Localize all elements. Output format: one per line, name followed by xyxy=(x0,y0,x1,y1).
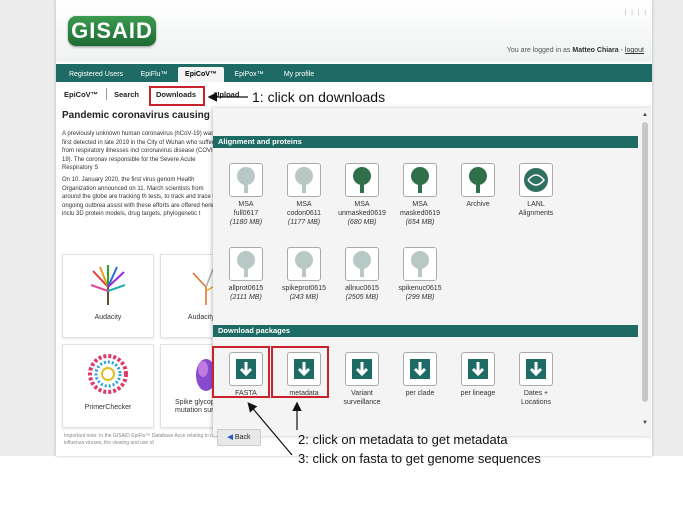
arrow-to-fasta xyxy=(247,402,293,456)
annotation-step-1: 1: click on downloads xyxy=(252,89,386,105)
annotation-step-2: 2: click on metadata to get metadata xyxy=(298,432,508,447)
annotation-step-3: 3: click on fasta to get genome sequence… xyxy=(298,451,541,466)
